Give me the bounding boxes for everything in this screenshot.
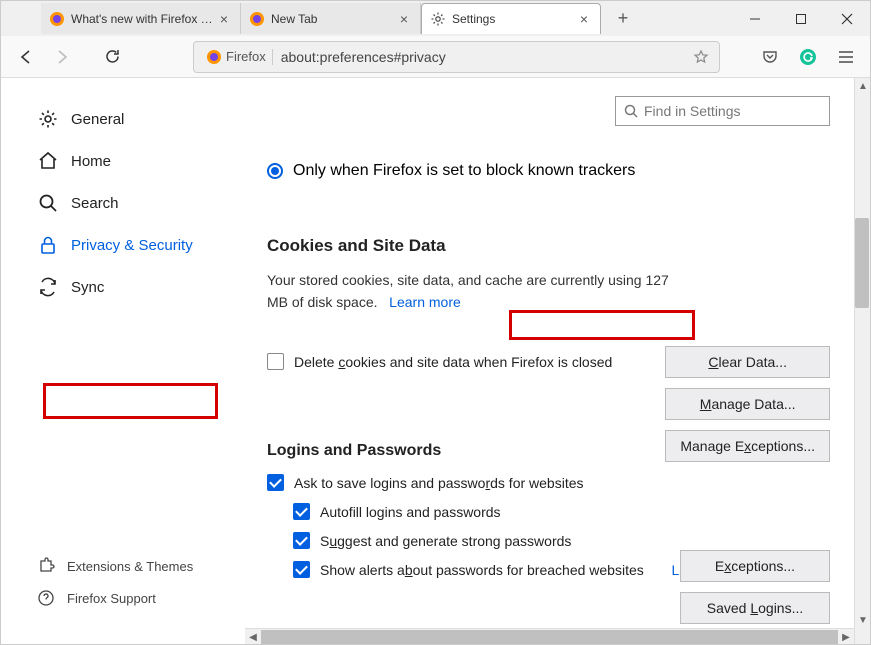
checkbox-label: Ask to save logins and passwords for web… [294, 475, 584, 491]
checkbox-breach-alerts[interactable] [293, 561, 310, 578]
scroll-left-icon[interactable]: ◀ [245, 629, 261, 645]
checkbox-label: Autofill logins and passwords [320, 504, 501, 520]
settings-search-input[interactable]: Find in Settings [615, 96, 830, 126]
radio-icon [267, 163, 283, 179]
reload-button[interactable] [97, 42, 127, 72]
titlebar: What's new with Firefox - M × New Tab × … [1, 1, 870, 36]
url-text: about:preferences#privacy [273, 49, 693, 65]
cookies-description: Your stored cookies, site data, and cach… [267, 270, 687, 313]
url-bar[interactable]: Firefox about:preferences#privacy [193, 41, 720, 73]
lock-icon [37, 234, 59, 256]
vertical-scrollbar[interactable]: ▲ ▼ [854, 78, 870, 644]
puzzle-icon [37, 557, 55, 575]
manage-exceptions-button[interactable]: Manage Exceptions... [665, 430, 830, 462]
search-placeholder: Find in Settings [644, 103, 741, 119]
sync-icon [37, 276, 59, 298]
sidebar-item-extensions[interactable]: Extensions & Themes [29, 550, 245, 582]
tab-whats-new[interactable]: What's new with Firefox - M × [41, 3, 241, 34]
pocket-icon[interactable] [756, 43, 784, 71]
sidebar-item-label: Firefox Support [67, 591, 156, 606]
checkbox-delete-on-close[interactable] [267, 353, 284, 370]
scrollbar-thumb[interactable] [855, 218, 869, 308]
help-icon [37, 589, 55, 607]
checkbox-ask-save[interactable] [267, 474, 284, 491]
bookmark-icon[interactable] [693, 49, 713, 65]
content-area: General Home Search Privacy & Security [1, 78, 870, 644]
minimize-button[interactable] [732, 1, 778, 36]
sidebar-item-privacy[interactable]: Privacy & Security [29, 224, 245, 266]
tab-label: Settings [452, 12, 576, 26]
sidebar-item-home[interactable]: Home [29, 140, 245, 182]
highlight-box [509, 310, 695, 340]
back-button[interactable] [11, 42, 41, 72]
checkbox-label: Suggest and generate strong passwords [320, 533, 571, 549]
radio-label: Only when Firefox is set to block known … [293, 162, 635, 180]
scroll-right-icon[interactable]: ▶ [838, 629, 854, 645]
home-icon [37, 150, 59, 172]
close-icon[interactable]: × [576, 11, 592, 27]
identity-label: Firefox [226, 49, 266, 64]
menu-icon[interactable] [832, 43, 860, 71]
sidebar-item-support[interactable]: Firefox Support [29, 582, 245, 614]
checkbox-autofill[interactable] [293, 503, 310, 520]
checkbox-label: Show alerts about passwords for breached… [320, 562, 644, 578]
settings-sidebar: General Home Search Privacy & Security [1, 78, 245, 644]
firefox-icon [249, 11, 265, 27]
firefox-icon [49, 11, 65, 27]
window-controls [732, 1, 870, 36]
exceptions-button[interactable]: Exceptions... [680, 550, 830, 582]
sidebar-item-label: Privacy & Security [71, 237, 193, 254]
sidebar-item-label: Sync [71, 279, 104, 296]
radio-block-known-trackers[interactable]: Only when Firefox is set to block known … [267, 162, 830, 180]
sidebar-item-sync[interactable]: Sync [29, 266, 245, 308]
clear-data-button[interactable]: Clear Data... [665, 346, 830, 378]
gear-icon [37, 108, 59, 130]
tab-settings[interactable]: Settings × [421, 3, 601, 34]
new-tab-button[interactable]: + [609, 5, 637, 33]
sidebar-item-label: General [71, 111, 124, 128]
identity-box[interactable]: Firefox [200, 49, 273, 65]
close-icon[interactable]: × [396, 11, 412, 27]
search-icon [37, 192, 59, 214]
scroll-up-icon[interactable]: ▲ [855, 78, 871, 94]
sidebar-item-label: Search [71, 195, 119, 212]
settings-main: Find in Settings Only when Firefox is se… [245, 78, 870, 644]
checkbox-suggest-passwords[interactable] [293, 532, 310, 549]
manage-data-button[interactable]: Manage Data... [665, 388, 830, 420]
scrollbar-thumb[interactable] [261, 630, 838, 644]
cookies-heading: Cookies and Site Data [267, 236, 830, 256]
close-icon[interactable]: × [216, 11, 232, 27]
sidebar-item-label: Home [71, 153, 111, 170]
tab-new-tab[interactable]: New Tab × [241, 3, 421, 34]
sidebar-item-label: Extensions & Themes [67, 559, 193, 574]
tab-label: What's new with Firefox - M [71, 12, 216, 26]
maximize-button[interactable] [778, 1, 824, 36]
toolbar: Firefox about:preferences#privacy [1, 36, 870, 78]
forward-button[interactable] [47, 42, 77, 72]
scroll-down-icon[interactable]: ▼ [855, 612, 871, 628]
sidebar-item-search[interactable]: Search [29, 182, 245, 224]
grammarly-icon[interactable] [794, 43, 822, 71]
saved-logins-button[interactable]: Saved Logins... [680, 592, 830, 624]
sidebar-item-general[interactable]: General [29, 98, 245, 140]
tab-label: New Tab [271, 12, 396, 26]
gear-icon [430, 11, 446, 27]
checkbox-label: Delete cookies and site data when Firefo… [294, 354, 612, 370]
horizontal-scrollbar[interactable]: ◀ ▶ [245, 628, 854, 644]
learn-more-link[interactable]: Learn more [389, 294, 461, 310]
close-window-button[interactable] [824, 1, 870, 36]
